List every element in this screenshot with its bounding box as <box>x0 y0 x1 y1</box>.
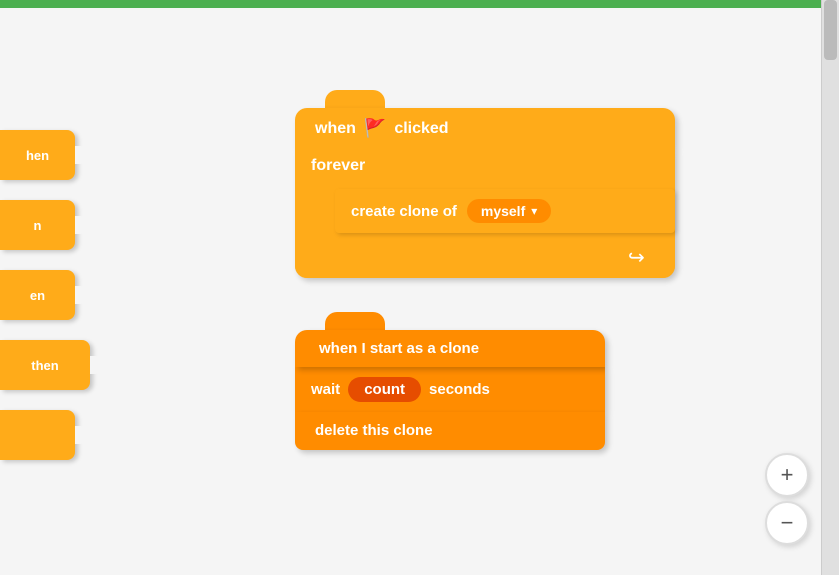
sidebar-block-2-label: n <box>34 218 42 233</box>
seconds-text: seconds <box>429 381 490 398</box>
canvas-area: hen n en then when 🚩 clicked <box>0 0 839 575</box>
sidebar-block-5[interactable] <box>0 410 75 460</box>
zoom-out-button[interactable]: − <box>765 501 809 545</box>
left-sidebar-blocks: hen n en then <box>0 130 90 460</box>
wait-text: wait <box>311 381 340 398</box>
delete-clone-text: delete this clone <box>315 422 433 439</box>
myself-dropdown[interactable]: myself ▾ <box>467 199 551 223</box>
scrollbar[interactable] <box>821 0 839 575</box>
hat-block-wrapper: when 🚩 clicked <box>295 108 675 149</box>
when-clicked-stack: when 🚩 clicked forever create clone of m… <box>295 108 675 278</box>
sidebar-block-2[interactable]: n <box>0 200 75 250</box>
sidebar-block-4-label: then <box>31 358 58 373</box>
forever-bottom: ↩ <box>295 239 675 278</box>
loop-arrow-icon: ↩ <box>628 245 645 270</box>
sidebar-block-3-label: en <box>30 288 45 303</box>
sidebar-block-1-label: hen <box>26 148 49 163</box>
count-value: count <box>364 381 405 398</box>
clone-hat-wrapper: when I start as a clone <box>295 330 605 367</box>
clone-stack: when I start as a clone wait count secon… <box>295 330 605 450</box>
forever-block[interactable]: forever <box>295 149 675 183</box>
sidebar-block-3[interactable]: en <box>0 270 75 320</box>
when-text: when <box>315 120 356 138</box>
forever-block-wrapper: forever create clone of myself ▾ ↩ <box>295 149 675 278</box>
clone-hat-text: when I start as a clone <box>319 340 479 357</box>
count-pill[interactable]: count <box>348 377 421 402</box>
zoom-in-icon: + <box>781 462 794 488</box>
top-bar <box>0 0 839 8</box>
create-clone-text: create clone of <box>351 203 457 220</box>
zoom-controls: + − <box>765 453 809 545</box>
inner-block-area: create clone of myself ▾ <box>295 183 675 239</box>
clicked-text: clicked <box>394 120 448 138</box>
wait-seconds-block[interactable]: wait count seconds <box>295 367 605 412</box>
scrollbar-thumb[interactable] <box>824 0 837 60</box>
green-flag-icon: 🚩 <box>364 118 386 139</box>
zoom-out-icon: − <box>781 510 794 536</box>
when-clicked-hat-block[interactable]: when 🚩 clicked <box>295 108 675 149</box>
zoom-in-button[interactable]: + <box>765 453 809 497</box>
forever-text: forever <box>311 157 365 174</box>
sidebar-block-1[interactable]: hen <box>0 130 75 180</box>
delete-clone-block[interactable]: delete this clone <box>295 412 605 450</box>
create-clone-block[interactable]: create clone of myself ▾ <box>335 189 675 233</box>
myself-value: myself <box>481 203 525 219</box>
dropdown-arrow-icon: ▾ <box>531 204 537 218</box>
clone-hat-block[interactable]: when I start as a clone <box>295 330 605 367</box>
sidebar-block-4[interactable]: then <box>0 340 90 390</box>
